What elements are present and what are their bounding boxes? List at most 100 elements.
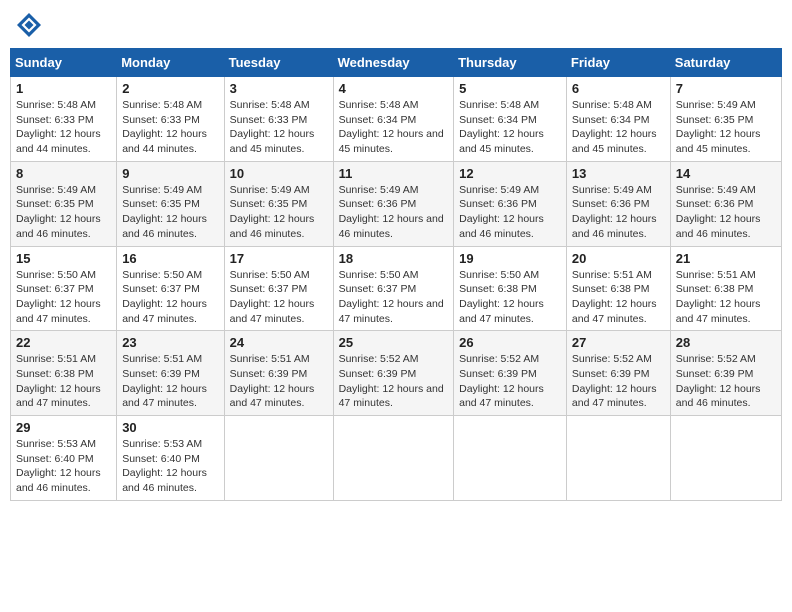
day-info: Sunrise: 5:50 AMSunset: 6:37 PMDaylight:… — [339, 268, 449, 327]
day-cell: 4 Sunrise: 5:48 AMSunset: 6:34 PMDaylight… — [333, 77, 454, 162]
day-number: 7 — [676, 81, 776, 96]
week-row-2: 8 Sunrise: 5:49 AMSunset: 6:35 PMDaylight… — [11, 161, 782, 246]
day-cell — [670, 416, 781, 501]
day-number: 12 — [459, 166, 561, 181]
day-number: 16 — [122, 251, 218, 266]
day-info: Sunrise: 5:48 AMSunset: 6:33 PMDaylight:… — [230, 98, 328, 157]
day-info: Sunrise: 5:49 AMSunset: 6:36 PMDaylight:… — [339, 183, 449, 242]
day-info: Sunrise: 5:52 AMSunset: 6:39 PMDaylight:… — [339, 352, 449, 411]
day-cell: 8 Sunrise: 5:49 AMSunset: 6:35 PMDaylight… — [11, 161, 117, 246]
day-number: 13 — [572, 166, 665, 181]
day-info: Sunrise: 5:51 AMSunset: 6:38 PMDaylight:… — [16, 352, 111, 411]
day-info: Sunrise: 5:48 AMSunset: 6:33 PMDaylight:… — [122, 98, 218, 157]
day-number: 1 — [16, 81, 111, 96]
day-cell: 26Sunrise: 5:52 AMSunset: 6:39 PMDayligh… — [454, 331, 567, 416]
day-info: Sunrise: 5:49 AMSunset: 6:35 PMDaylight:… — [122, 183, 218, 242]
week-row-5: 29 Sunrise: 5:53 AMSunset: 6:40 PMDayligh… — [11, 416, 782, 501]
col-friday: Friday — [566, 49, 670, 77]
day-number: 8 — [16, 166, 111, 181]
day-info: Sunrise: 5:49 AMSunset: 6:36 PMDaylight:… — [676, 183, 776, 242]
day-cell: 23 Sunrise: 5:51 AMSunset: 6:39 PMDayligh… — [117, 331, 224, 416]
day-cell: 11 Sunrise: 5:49 AMSunset: 6:36 PMDayligh… — [333, 161, 454, 246]
day-info: Sunrise: 5:50 AMSunset: 6:37 PMDaylight:… — [122, 268, 218, 327]
day-number: 25 — [339, 335, 449, 350]
header-row: Sunday Monday Tuesday Wednesday Thursday… — [11, 49, 782, 77]
col-sunday: Sunday — [11, 49, 117, 77]
day-info: Sunrise: 5:50 AMSunset: 6:38 PMDaylight:… — [459, 268, 561, 327]
day-number: 20 — [572, 251, 665, 266]
day-info: Sunrise: 5:51 AMSunset: 6:39 PMDaylight:… — [230, 352, 328, 411]
day-number: 9 — [122, 166, 218, 181]
day-cell: 21 Sunrise: 5:51 AMSunset: 6:38 PMDayligh… — [670, 246, 781, 331]
day-info: Sunrise: 5:50 AMSunset: 6:37 PMDaylight:… — [16, 268, 111, 327]
day-cell: 3 Sunrise: 5:48 AMSunset: 6:33 PMDaylight… — [224, 77, 333, 162]
day-info: Sunrise: 5:51 AMSunset: 6:38 PMDaylight:… — [676, 268, 776, 327]
day-info: Sunrise: 5:49 AMSunset: 6:35 PMDaylight:… — [676, 98, 776, 157]
day-number: 24 — [230, 335, 328, 350]
day-cell — [566, 416, 670, 501]
day-info: Sunrise: 5:48 AMSunset: 6:34 PMDaylight:… — [339, 98, 449, 157]
day-info: Sunrise: 5:52 AMSunset: 6:39 PMDaylight:… — [572, 352, 665, 411]
day-cell: 15 Sunrise: 5:50 AMSunset: 6:37 PMDayligh… — [11, 246, 117, 331]
day-number: 3 — [230, 81, 328, 96]
day-cell: 27 Sunrise: 5:52 AMSunset: 6:39 PMDayligh… — [566, 331, 670, 416]
day-cell: 25 Sunrise: 5:52 AMSunset: 6:39 PMDayligh… — [333, 331, 454, 416]
logo — [14, 10, 48, 40]
day-cell — [224, 416, 333, 501]
col-saturday: Saturday — [670, 49, 781, 77]
day-info: Sunrise: 5:49 AMSunset: 6:35 PMDaylight:… — [230, 183, 328, 242]
day-cell: 1 Sunrise: 5:48 AMSunset: 6:33 PMDaylight… — [11, 77, 117, 162]
day-info: Sunrise: 5:49 AMSunset: 6:36 PMDaylight:… — [572, 183, 665, 242]
day-number: 14 — [676, 166, 776, 181]
day-cell: 17 Sunrise: 5:50 AMSunset: 6:37 PMDayligh… — [224, 246, 333, 331]
day-number: 17 — [230, 251, 328, 266]
day-number: 23 — [122, 335, 218, 350]
day-cell — [333, 416, 454, 501]
day-cell: 2Sunrise: 5:48 AMSunset: 6:33 PMDaylight… — [117, 77, 224, 162]
col-wednesday: Wednesday — [333, 49, 454, 77]
day-cell: 13 Sunrise: 5:49 AMSunset: 6:36 PMDayligh… — [566, 161, 670, 246]
day-cell — [454, 416, 567, 501]
day-cell: 18 Sunrise: 5:50 AMSunset: 6:37 PMDayligh… — [333, 246, 454, 331]
day-number: 5 — [459, 81, 561, 96]
calendar-table: Sunday Monday Tuesday Wednesday Thursday… — [10, 48, 782, 501]
day-cell: 28Sunrise: 5:52 AMSunset: 6:39 PMDayligh… — [670, 331, 781, 416]
logo-icon — [14, 10, 44, 40]
day-number: 29 — [16, 420, 111, 435]
day-number: 28 — [676, 335, 776, 350]
day-number: 26 — [459, 335, 561, 350]
day-cell: 29Sunrise: 5:53 AMSunset: 6:40 PMDayligh… — [11, 416, 117, 501]
day-cell: 24 Sunrise: 5:51 AMSunset: 6:39 PMDayligh… — [224, 331, 333, 416]
day-cell: 30 Sunrise: 5:53 AMSunset: 6:40 PMDayligh… — [117, 416, 224, 501]
day-cell: 22 Sunrise: 5:51 AMSunset: 6:38 PMDayligh… — [11, 331, 117, 416]
day-cell: 20 Sunrise: 5:51 AMSunset: 6:38 PMDayligh… — [566, 246, 670, 331]
day-info: Sunrise: 5:48 AMSunset: 6:34 PMDaylight:… — [572, 98, 665, 157]
day-info: Sunrise: 5:51 AMSunset: 6:38 PMDaylight:… — [572, 268, 665, 327]
day-number: 15 — [16, 251, 111, 266]
day-info: Sunrise: 5:53 AMSunset: 6:40 PMDaylight:… — [122, 437, 218, 496]
col-monday: Monday — [117, 49, 224, 77]
day-number: 18 — [339, 251, 449, 266]
day-info: Sunrise: 5:50 AMSunset: 6:37 PMDaylight:… — [230, 268, 328, 327]
col-tuesday: Tuesday — [224, 49, 333, 77]
day-info: Sunrise: 5:48 AMSunset: 6:33 PMDaylight:… — [16, 98, 111, 157]
week-row-1: 1 Sunrise: 5:48 AMSunset: 6:33 PMDaylight… — [11, 77, 782, 162]
day-number: 22 — [16, 335, 111, 350]
day-cell: 9 Sunrise: 5:49 AMSunset: 6:35 PMDaylight… — [117, 161, 224, 246]
day-info: Sunrise: 5:49 AMSunset: 6:35 PMDaylight:… — [16, 183, 111, 242]
day-number: 11 — [339, 166, 449, 181]
day-cell: 12Sunrise: 5:49 AMSunset: 6:36 PMDayligh… — [454, 161, 567, 246]
day-number: 4 — [339, 81, 449, 96]
day-cell: 6 Sunrise: 5:48 AMSunset: 6:34 PMDaylight… — [566, 77, 670, 162]
week-row-3: 15 Sunrise: 5:50 AMSunset: 6:37 PMDayligh… — [11, 246, 782, 331]
day-info: Sunrise: 5:51 AMSunset: 6:39 PMDaylight:… — [122, 352, 218, 411]
week-row-4: 22 Sunrise: 5:51 AMSunset: 6:38 PMDayligh… — [11, 331, 782, 416]
day-cell: 7 Sunrise: 5:49 AMSunset: 6:35 PMDaylight… — [670, 77, 781, 162]
page-header — [10, 10, 782, 40]
day-number: 30 — [122, 420, 218, 435]
day-number: 21 — [676, 251, 776, 266]
day-cell: 19Sunrise: 5:50 AMSunset: 6:38 PMDayligh… — [454, 246, 567, 331]
day-number: 6 — [572, 81, 665, 96]
day-number: 10 — [230, 166, 328, 181]
day-number: 27 — [572, 335, 665, 350]
